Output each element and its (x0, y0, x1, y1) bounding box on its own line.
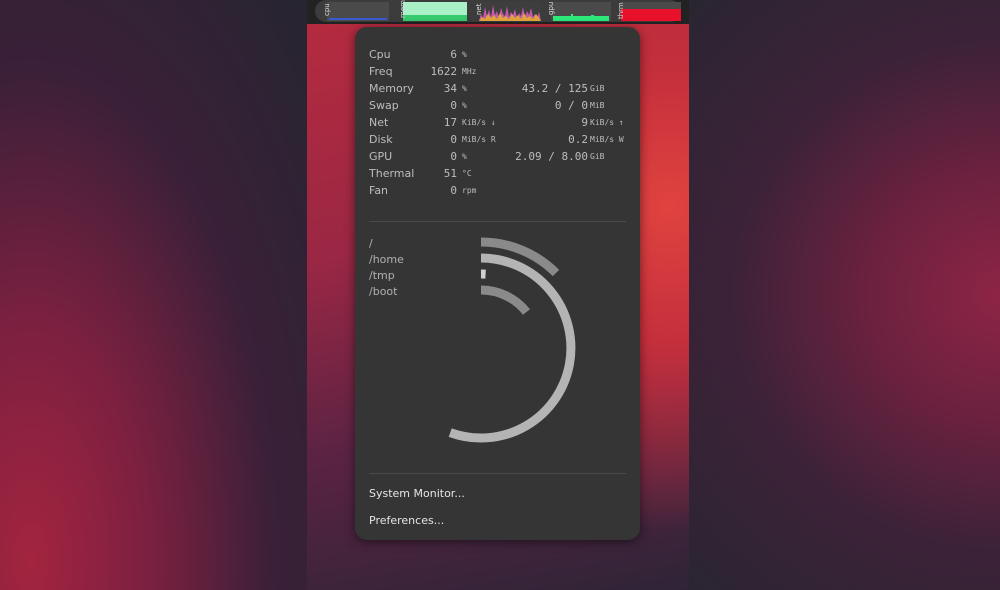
stat-row-fan: Fan 0 rpm (369, 184, 629, 201)
stat-value-secondary: 0.2 (568, 133, 588, 146)
top-panel: cpu mem net gpu thrm (307, 0, 689, 24)
disk-usage-chart (448, 237, 576, 443)
stat-label: Freq (369, 65, 393, 78)
stat-value: 0 (450, 133, 457, 146)
stat-label: Memory (369, 82, 414, 95)
net-graph (479, 2, 541, 21)
stat-unit-secondary: KiB/s ↑ (590, 118, 624, 127)
thermal-graph (621, 2, 681, 21)
stat-row-net: Net 17 KiB/s ↓ 9 KiB/s ↑ (369, 116, 629, 133)
stat-unit: % (462, 84, 467, 93)
stat-label: Cpu (369, 48, 391, 61)
stat-value-secondary: 0 / 0 (554, 99, 588, 112)
system-monitor-menu: Cpu 6 % Freq 1622 MHz Memory 34 % 43.2 /… (355, 27, 640, 540)
stat-value: 0 (450, 150, 457, 163)
gpu-graph-label: gpu (547, 1, 555, 15)
stat-row-thermal: Thermal 51 °C (369, 167, 629, 184)
stat-label: Disk (369, 133, 393, 146)
stat-unit: MiB/s R (462, 135, 496, 144)
stat-unit: MHz (462, 67, 477, 76)
mem-graph-label: mem (399, 0, 407, 18)
desktop-wallpaper-left (0, 0, 307, 590)
stat-unit: % (462, 152, 467, 161)
stat-value-secondary: 43.2 / 125 (521, 82, 588, 95)
cpu-graph (327, 2, 389, 21)
stat-row-cpu: Cpu 6 % (369, 48, 629, 65)
stat-value: 34 (443, 82, 457, 95)
net-graph-label: net (475, 3, 483, 16)
stat-value: 0 (450, 99, 457, 112)
stat-unit: % (462, 101, 467, 110)
stat-row-freq: Freq 1622 MHz (369, 65, 629, 82)
cpu-graph-label: cpu (323, 3, 331, 16)
stat-label: GPU (369, 150, 393, 163)
system-monitor-menu-item[interactable]: System Monitor... (369, 487, 465, 500)
thermal-graph-label: thrm (617, 2, 625, 19)
stat-value-secondary: 2.09 / 8.00 (515, 150, 588, 163)
stat-value-secondary: 9 (581, 116, 588, 129)
stat-unit: % (462, 50, 467, 59)
stat-unit-secondary: MiB (590, 101, 605, 110)
stat-row-disk: Disk 0 MiB/s R 0.2 MiB/s W (369, 133, 629, 150)
stat-label: Thermal (369, 167, 415, 180)
desktop-wallpaper-right (689, 0, 1000, 590)
stat-unit-secondary: MiB/s W (590, 135, 624, 144)
stat-unit: °C (462, 169, 472, 178)
stat-unit: rpm (462, 186, 477, 195)
separator (369, 221, 626, 222)
stat-unit-secondary: GiB (590, 84, 605, 93)
disk-usage-arc-boot (480, 285, 531, 315)
stat-value: 51 (443, 167, 457, 180)
stat-unit: KiB/s ↓ (462, 118, 496, 127)
mem-graph (403, 2, 467, 21)
stat-label: Swap (369, 99, 399, 112)
stat-unit-secondary: GiB (590, 152, 605, 161)
stat-value: 0 (450, 184, 457, 197)
system-monitor-indicator[interactable]: cpu mem net gpu thrm (315, 0, 681, 22)
stat-row-swap: Swap 0 % 0 / 0 MiB (369, 99, 629, 116)
stat-label: Net (369, 116, 389, 129)
stat-row-memory: Memory 34 % 43.2 / 125 GiB (369, 82, 629, 99)
preferences-menu-item[interactable]: Preferences... (369, 514, 444, 527)
stat-row-gpu: GPU 0 % 2.09 / 8.00 GiB (369, 150, 629, 167)
separator (369, 473, 626, 474)
stat-label: Fan (369, 184, 389, 197)
gpu-graph (551, 2, 611, 21)
stat-value: 6 (450, 48, 457, 61)
disk-usage-arc-home (448, 253, 576, 443)
stat-value: 17 (443, 116, 457, 129)
stat-value: 1622 (430, 65, 458, 78)
